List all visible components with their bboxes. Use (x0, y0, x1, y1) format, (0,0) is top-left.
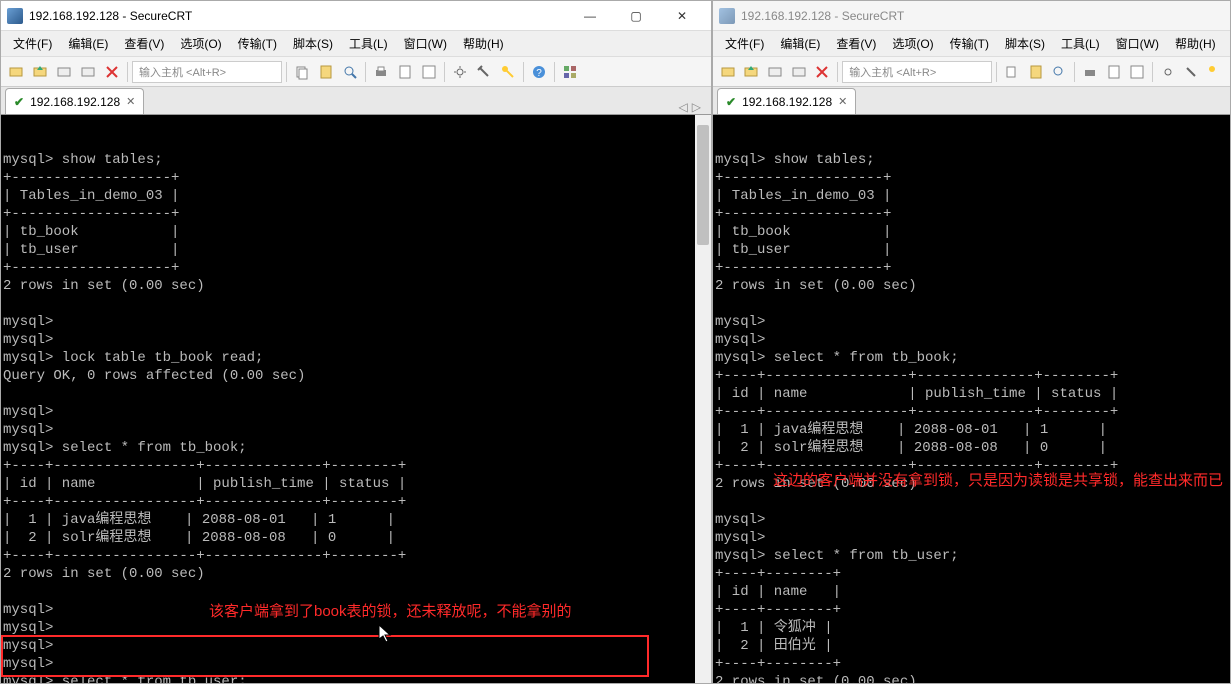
tab-prev-icon[interactable]: ◁ (679, 100, 688, 114)
paste-icon[interactable] (1025, 61, 1047, 83)
tabbar: ✔ 192.168.192.128 ✕ ◁ ▷ (1, 87, 711, 115)
menu-options[interactable]: 选项(O) (172, 32, 229, 55)
menu-window[interactable]: 窗口(W) (396, 32, 455, 55)
tab-close-icon[interactable]: ✕ (126, 95, 135, 108)
host-input[interactable]: 输入主机 <Alt+R> (842, 61, 992, 83)
app-icon (7, 8, 23, 24)
menu-window[interactable]: 窗口(W) (1108, 32, 1167, 55)
cancel-icon[interactable] (101, 61, 123, 83)
tab-label: 192.168.192.128 (30, 95, 120, 109)
print-icon[interactable] (370, 61, 392, 83)
terminal-content: mysql> show tables; +-------------------… (715, 151, 1228, 683)
reconnect-icon[interactable] (53, 61, 75, 83)
menu-transfer[interactable]: 传输(T) (230, 32, 285, 55)
reconnect-icon[interactable] (764, 61, 786, 83)
quick-connect-icon[interactable] (741, 61, 763, 83)
menubar: 文件(F) 编辑(E) 查看(V) 选项(O) 传输(T) 脚本(S) 工具(L… (713, 31, 1230, 57)
session-tab[interactable]: ✔ 192.168.192.128 ✕ (5, 88, 144, 114)
menu-file[interactable]: 文件(F) (717, 32, 772, 55)
print-icon[interactable] (1079, 61, 1101, 83)
copy-icon[interactable] (291, 61, 313, 83)
menu-tools[interactable]: 工具(L) (1053, 32, 1108, 55)
securecrt-window-right: 192.168.192.128 - SecureCRT 文件(F) 编辑(E) … (712, 0, 1231, 684)
disconnect-icon[interactable] (788, 61, 810, 83)
connect-icon[interactable] (5, 61, 27, 83)
menu-file[interactable]: 文件(F) (5, 32, 60, 55)
session-icon[interactable] (418, 61, 440, 83)
menu-help[interactable]: 帮助(H) (1167, 32, 1224, 55)
minimize-button[interactable]: — (567, 2, 613, 30)
titlebar[interactable]: 192.168.192.128 - SecureCRT (713, 1, 1230, 31)
menu-edit[interactable]: 编辑(E) (772, 32, 828, 55)
menu-script[interactable]: 脚本(S) (285, 32, 341, 55)
terminal[interactable]: mysql> show tables; +-------------------… (1, 115, 711, 683)
tools-icon[interactable] (1181, 61, 1203, 83)
key-icon[interactable] (497, 61, 519, 83)
manager-icon[interactable] (559, 61, 581, 83)
svg-text:?: ? (536, 68, 542, 79)
tabbar: ✔ 192.168.192.128 ✕ (713, 87, 1230, 115)
log-icon[interactable] (394, 61, 416, 83)
tools-icon[interactable] (473, 61, 495, 83)
connected-icon: ✔ (14, 95, 24, 109)
maximize-button[interactable]: ▢ (613, 2, 659, 30)
quick-connect-icon[interactable] (29, 61, 51, 83)
scrollbar-thumb[interactable] (697, 125, 709, 245)
menu-help[interactable]: 帮助(H) (455, 32, 512, 55)
disconnect-icon[interactable] (77, 61, 99, 83)
find-icon[interactable] (339, 61, 361, 83)
paste-icon[interactable] (315, 61, 337, 83)
terminal-content: mysql> show tables; +-------------------… (3, 151, 709, 683)
toolbar: 输入主机 <Alt+R> (713, 57, 1230, 87)
connect-icon[interactable] (717, 61, 739, 83)
scrollbar[interactable] (695, 115, 711, 683)
copy-icon[interactable] (1001, 61, 1023, 83)
menu-tools[interactable]: 工具(L) (341, 32, 396, 55)
menu-view[interactable]: 查看(V) (828, 32, 884, 55)
settings-icon[interactable] (449, 61, 471, 83)
help-icon[interactable]: ? (528, 61, 550, 83)
tab-close-icon[interactable]: ✕ (838, 95, 847, 108)
terminal[interactable]: mysql> show tables; +-------------------… (713, 115, 1230, 683)
session-tab[interactable]: ✔ 192.168.192.128 ✕ (717, 88, 856, 114)
log-icon[interactable] (1103, 61, 1125, 83)
session-icon[interactable] (1126, 61, 1148, 83)
menu-view[interactable]: 查看(V) (116, 32, 172, 55)
securecrt-window-left: 192.168.192.128 - SecureCRT — ▢ ✕ 文件(F) … (0, 0, 712, 684)
menubar: 文件(F) 编辑(E) 查看(V) 选项(O) 传输(T) 脚本(S) 工具(L… (1, 31, 711, 57)
cancel-icon[interactable] (812, 61, 834, 83)
find-icon[interactable] (1048, 61, 1070, 83)
menu-transfer[interactable]: 传输(T) (942, 32, 997, 55)
menu-options[interactable]: 选项(O) (884, 32, 941, 55)
menu-edit[interactable]: 编辑(E) (60, 32, 116, 55)
tab-label: 192.168.192.128 (742, 95, 832, 109)
connected-icon: ✔ (726, 95, 736, 109)
settings-icon[interactable] (1157, 61, 1179, 83)
tab-next-icon[interactable]: ▷ (692, 100, 701, 114)
app-icon (719, 8, 735, 24)
tab-nav: ◁ ▷ (679, 100, 707, 114)
menu-script[interactable]: 脚本(S) (997, 32, 1053, 55)
titlebar[interactable]: 192.168.192.128 - SecureCRT — ▢ ✕ (1, 1, 711, 31)
close-button[interactable]: ✕ (659, 2, 705, 30)
key-icon[interactable] (1204, 61, 1226, 83)
host-input[interactable]: 输入主机 <Alt+R> (132, 61, 282, 83)
toolbar: 输入主机 <Alt+R> ? (1, 57, 711, 87)
window-title: 192.168.192.128 - SecureCRT (741, 9, 1224, 23)
window-title: 192.168.192.128 - SecureCRT (29, 9, 567, 23)
